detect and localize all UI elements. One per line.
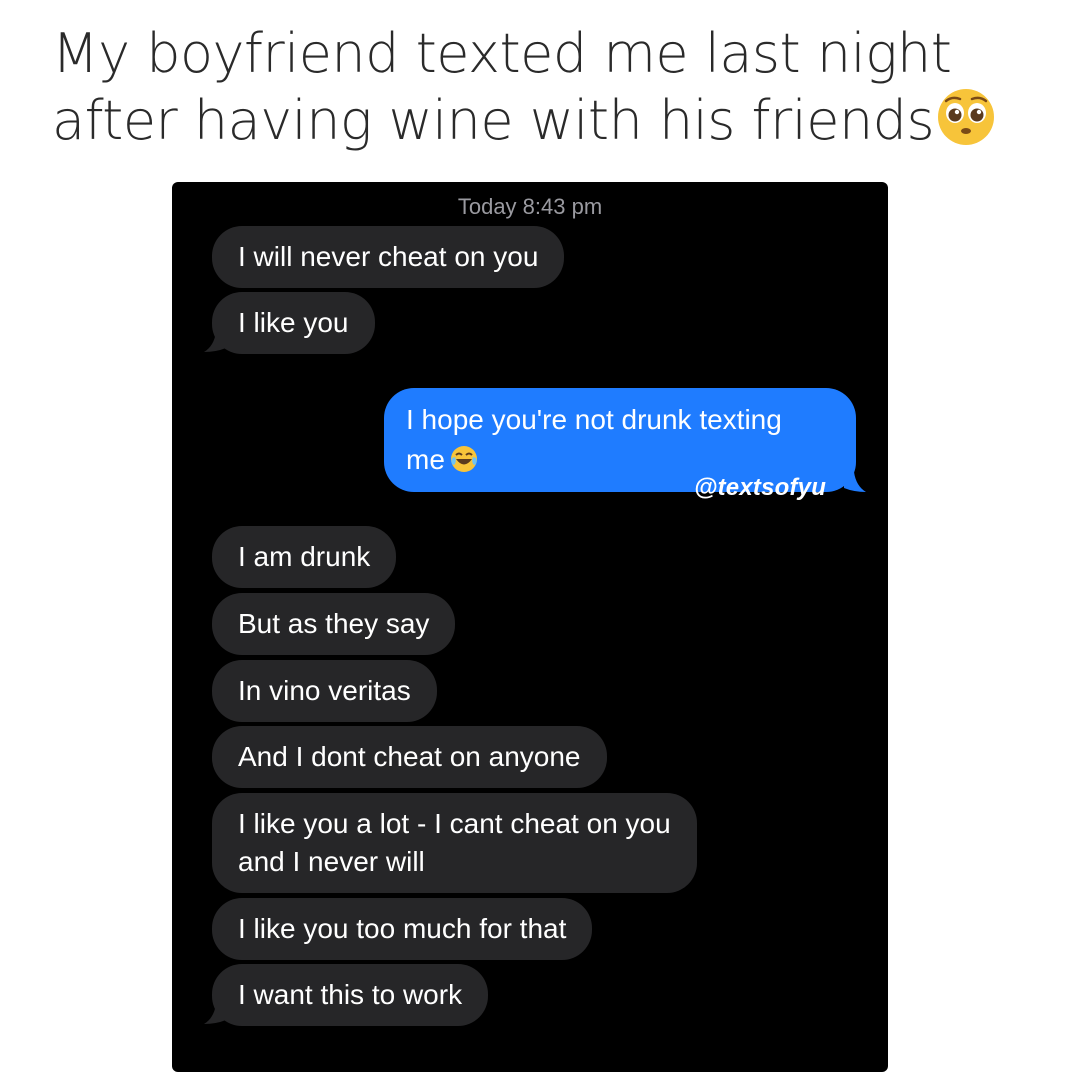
received-message-bubble: I will never cheat on you (212, 226, 565, 288)
message-text-line-1: I like you a lot - I cant cheat on you (238, 808, 671, 839)
tears-of-joy-icon (450, 446, 477, 472)
received-message-bubble: In vino veritas (212, 660, 437, 722)
received-message-bubble: I like you (212, 292, 375, 354)
received-message-bubble: I want this to work (212, 964, 489, 1026)
pleading-face-icon (938, 89, 995, 145)
message-text: I want this to work (238, 979, 463, 1010)
message-text-line-2: me (406, 444, 445, 475)
message-text-line-2: and I never will (238, 846, 425, 877)
message-text: I like you too much for that (238, 913, 567, 944)
chat-screenshot: Today 8:43 pm I will never cheat on you … (172, 182, 888, 1072)
message-text: I like you (238, 307, 349, 338)
message-text: In vino veritas (238, 675, 411, 706)
caption-text: My boyfriend texted me last night after … (52, 22, 952, 152)
message-text-line-1: I hope you're not drunk texting (406, 404, 782, 435)
bubble-tail-icon (204, 1004, 226, 1024)
watermark-text: @textsofyu (694, 474, 827, 501)
received-message-bubble: I am drunk (212, 526, 397, 588)
post-caption: My boyfriend texted me last night after … (52, 20, 1042, 154)
message-timestamp: Today 8:43 pm (457, 194, 603, 219)
message-text: I will never cheat on you (238, 241, 539, 272)
bubble-tail-icon (204, 332, 226, 352)
received-message-bubble: But as they say (212, 593, 456, 655)
message-text: I am drunk (238, 541, 371, 572)
received-message-bubble: I like you too much for that (212, 898, 593, 960)
bubble-tail-icon (844, 472, 866, 492)
received-message-bubble: I like you a lot - I cant cheat on you an… (212, 793, 697, 893)
received-message-bubble: And I dont cheat on anyone (212, 726, 607, 788)
message-text: And I dont cheat on anyone (238, 741, 581, 772)
message-text: But as they say (238, 608, 430, 639)
